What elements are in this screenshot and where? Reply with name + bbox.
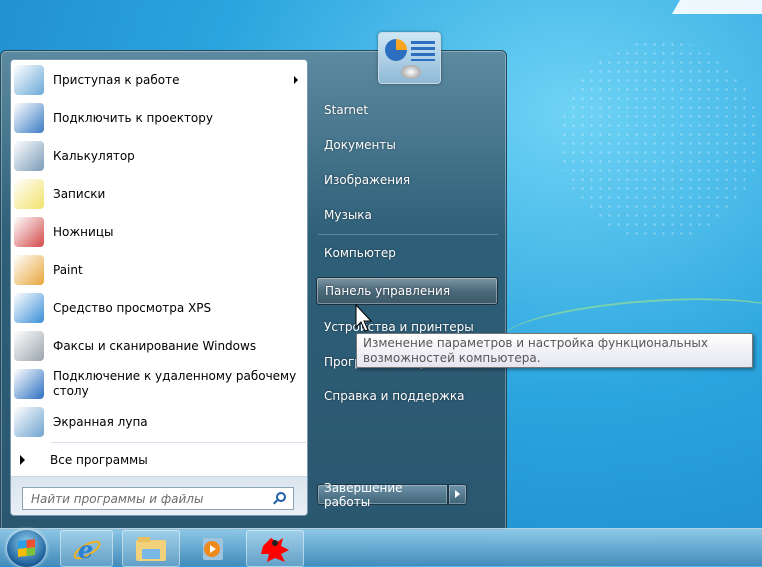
start-button[interactable] — [7, 530, 46, 567]
app-red-splat-icon — [261, 537, 289, 562]
menu-link[interactable]: Панель управления — [316, 277, 498, 305]
program-item[interactable]: Калькулятор — [14, 138, 304, 174]
mouse-cursor-icon — [355, 304, 373, 332]
program-item[interactable]: Подключить к проектору — [14, 100, 304, 136]
menu-link[interactable]: Музыка — [316, 201, 498, 229]
program-item[interactable]: Подключение к удаленному рабочему столу — [14, 366, 304, 402]
program-label: Записки — [53, 186, 106, 201]
remote-desktop-icon — [14, 369, 44, 399]
program-label: Калькулятор — [53, 148, 135, 163]
search-box[interactable] — [22, 487, 294, 510]
submenu-arrow-icon[interactable] — [294, 76, 298, 84]
program-label: Подключение к удаленному рабочему столу — [53, 369, 297, 398]
projector-icon — [14, 103, 44, 133]
taskbar: e — [0, 528, 762, 567]
program-item[interactable]: Ножницы — [14, 214, 304, 250]
program-item[interactable]: Paint — [14, 252, 304, 288]
internet-explorer-icon: e — [73, 535, 100, 564]
windows-logo-icon — [18, 539, 35, 557]
wallpaper-dots — [560, 40, 760, 240]
program-item[interactable]: Экранная лупа — [14, 404, 304, 440]
user-picture[interactable] — [378, 32, 441, 84]
all-programs-button[interactable]: Все программы — [14, 449, 304, 471]
taskbar-internet-explorer[interactable]: e — [60, 530, 113, 567]
windows-explorer-icon — [136, 536, 166, 561]
menu-link[interactable]: Изображения — [316, 166, 498, 194]
program-label: Экранная лупа — [53, 414, 148, 429]
search-area — [11, 476, 307, 515]
program-item[interactable]: Приступая к работе — [14, 62, 304, 98]
search-input[interactable] — [31, 491, 266, 506]
search-icon[interactable] — [276, 492, 286, 502]
program-label: Подключить к проектору — [53, 110, 213, 125]
program-item[interactable]: Записки — [14, 176, 304, 212]
triangle-right-icon — [20, 455, 25, 465]
menu-link[interactable]: Документы — [316, 131, 498, 159]
svg-text:e: e — [78, 535, 93, 564]
program-label: Ножницы — [53, 224, 114, 239]
separator — [51, 442, 306, 443]
taskbar-windows-explorer[interactable] — [122, 530, 180, 567]
programs-pane: Приступая к работе Подключить к проектору… — [10, 59, 308, 516]
shutdown-button[interactable]: Завершение работы — [317, 481, 448, 509]
taskbar-app-red-splat[interactable] — [246, 530, 304, 567]
sticky-notes-icon — [14, 179, 44, 209]
program-item[interactable]: Средство просмотра XPS — [14, 290, 304, 326]
media-player-icon — [203, 537, 223, 560]
program-item[interactable]: Факсы и сканирование Windows — [14, 328, 304, 364]
calculator-icon — [14, 141, 44, 171]
magnifier-icon — [14, 407, 44, 437]
menu-link[interactable]: Starnet — [316, 96, 498, 124]
shutdown-label: Завершение работы — [324, 480, 403, 509]
menu-link[interactable]: Справка и поддержка — [316, 382, 498, 410]
program-label: Средство просмотра XPS — [53, 300, 212, 315]
shutdown-options-arrow[interactable] — [448, 484, 467, 505]
fax-scan-icon — [14, 331, 44, 361]
all-programs-label: Все программы — [50, 453, 148, 467]
paint-icon — [14, 255, 44, 285]
tooltip: Изменение параметров и настройка функцио… — [356, 333, 753, 368]
scissors-icon — [14, 217, 44, 247]
program-label: Приступая к работе — [53, 72, 180, 87]
menu-link[interactable]: Компьютер — [316, 239, 498, 267]
getting-started-icon — [14, 65, 44, 95]
wallpaper-corner — [671, 0, 762, 14]
xps-viewer-icon — [14, 293, 44, 323]
taskbar-media-player[interactable] — [188, 530, 238, 567]
program-label: Факсы и сканирование Windows — [53, 338, 257, 353]
program-label: Paint — [53, 262, 83, 277]
separator — [318, 234, 498, 235]
